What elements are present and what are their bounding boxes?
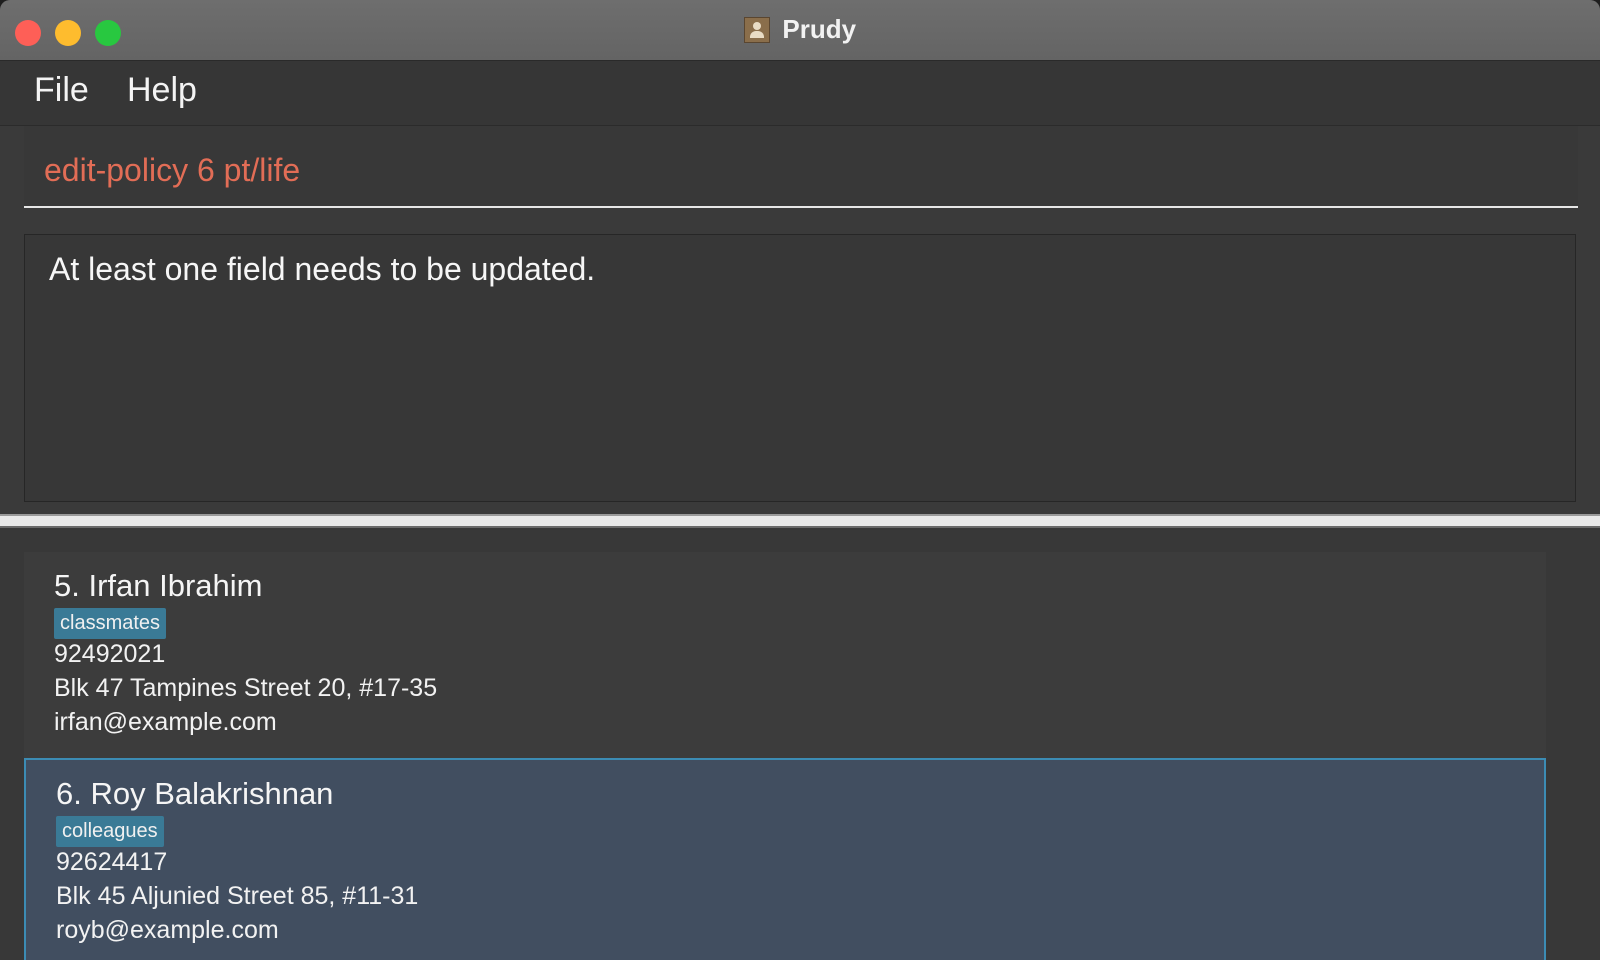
- window-title: Prudy: [782, 14, 857, 44]
- menu-bar: File Help: [0, 61, 1600, 126]
- person-address: Blk 47 Tampines Street 20, #17-35: [54, 674, 438, 702]
- person-phone: 92492021: [54, 640, 166, 668]
- command-input[interactable]: edit-policy 6 pt/life: [44, 152, 300, 189]
- person-name: 5. Irfan Ibrahim: [54, 568, 263, 603]
- menu-file[interactable]: File: [34, 71, 89, 110]
- person-email: royb@example.com: [56, 916, 279, 944]
- person-card[interactable]: 5. Irfan Ibrahim classmates 92492021 Blk…: [24, 552, 1546, 758]
- app-icon: [743, 16, 770, 43]
- result-display: At least one field needs to be updated.: [24, 234, 1576, 502]
- menu-help[interactable]: Help: [127, 71, 197, 110]
- window-title-group: Prudy: [0, 14, 1600, 45]
- person-email: irfan@example.com: [54, 708, 277, 736]
- command-box[interactable]: edit-policy 6 pt/life: [24, 126, 1578, 208]
- app-window: Prudy File Help edit-policy 6 pt/life At…: [0, 0, 1600, 960]
- person-list[interactable]: 5. Irfan Ibrahim classmates 92492021 Blk…: [0, 528, 1600, 960]
- command-underline: [24, 206, 1578, 208]
- person-phone: 92624417: [56, 848, 168, 876]
- split-pane-divider[interactable]: [0, 514, 1600, 528]
- title-bar[interactable]: Prudy: [0, 0, 1600, 61]
- person-address: Blk 45 Aljunied Street 85, #11-31: [56, 882, 419, 910]
- tag-badge: classmates: [54, 608, 167, 639]
- tag-badge: colleagues: [56, 816, 164, 847]
- person-name: 6. Roy Balakrishnan: [56, 776, 334, 811]
- person-card-selected[interactable]: 6. Roy Balakrishnan colleagues 92624417 …: [24, 758, 1546, 960]
- result-message: At least one field needs to be updated.: [49, 251, 596, 287]
